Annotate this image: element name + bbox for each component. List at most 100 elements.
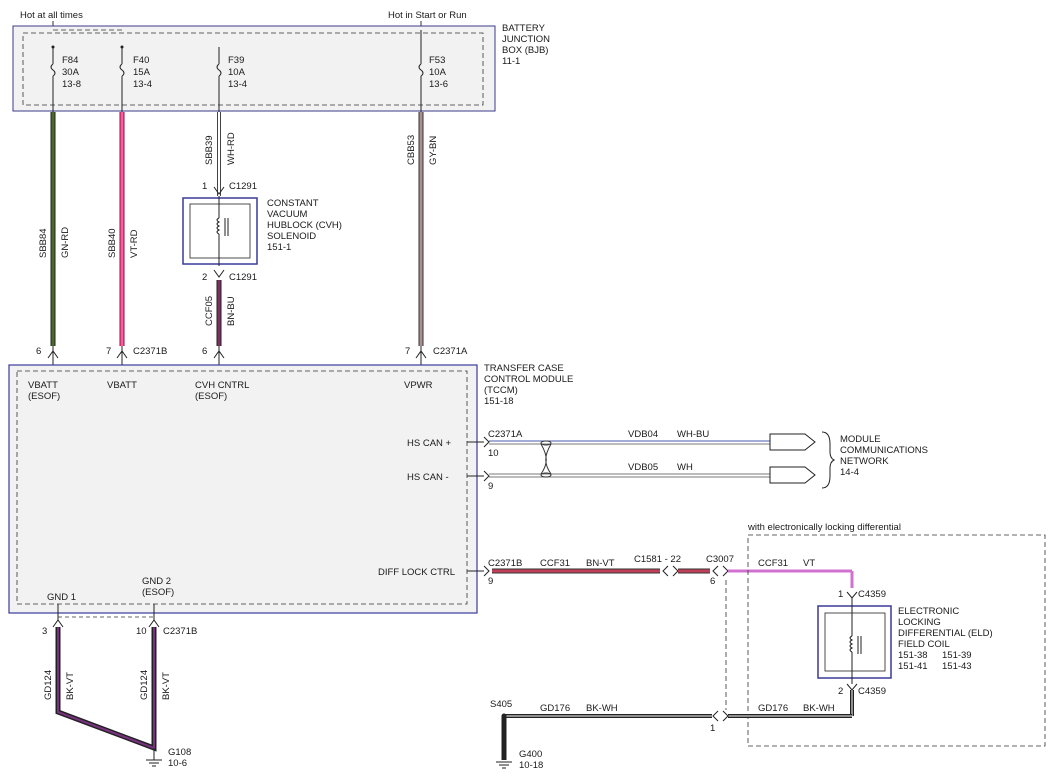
wire-cbb53-color: GY-BN: [428, 136, 439, 165]
tccm-vbatt-esof-name: VBATT: [28, 380, 58, 391]
eld-pin2: 2: [838, 686, 843, 697]
tccm-hs-can-minus: HS CAN -: [407, 472, 449, 483]
ccf31a-color: BN-VT: [586, 558, 615, 569]
ground-g108-ref: 10-6: [168, 758, 187, 769]
c3007-pin-bottom: 1: [710, 723, 715, 734]
fuse-f39-ref: 13-4: [228, 79, 247, 90]
gnd2-connector: C2371B: [163, 626, 197, 637]
fuse-f40-ref: 13-4: [133, 79, 152, 90]
ground-g400: G400: [519, 749, 542, 760]
fuse-f53-ref: 13-6: [429, 79, 448, 90]
tccm-label-4: 151-18: [484, 396, 514, 407]
wire-sbb40: SBB40 VT-RD: [107, 112, 140, 346]
ccf31b-circuit: CCF31: [758, 558, 788, 569]
network-label-3: NETWORK: [840, 456, 889, 467]
eld-ref-3: 151-41: [898, 661, 928, 672]
cvh-connector-top: C1291: [229, 181, 257, 192]
wire-sbb39-color: WH-RD: [226, 132, 237, 165]
splice-s405: S405: [490, 699, 512, 710]
hs-can-bus: C2371A 10 VDB04 WH-BU 9 VDB05 WH MODULE …: [467, 429, 928, 492]
gd124a-circuit: GD124: [43, 670, 54, 700]
c3007-connector: C3007: [706, 554, 734, 565]
tccm-gnd2-sub: (ESOF): [142, 587, 174, 598]
cvh-pin2: 2: [202, 272, 207, 283]
wire-ccf05-circuit: CCF05: [204, 296, 215, 326]
gd176b-circuit: GD176: [758, 703, 788, 714]
ccf31a-circuit: CCF31: [540, 558, 570, 569]
cvh-connector-bottom: C1291: [229, 272, 257, 283]
tccm-label-1: TRANSFER CASE: [484, 363, 564, 374]
fuse-f40-amps: 15A: [133, 67, 151, 78]
gd176-circuit: GD176 BK-WH 1 GD176 BK-WH S405 G400 10-1…: [490, 690, 854, 771]
gd176a-circuit: GD176: [540, 703, 570, 714]
vdb04-circuit: VDB04: [628, 429, 658, 440]
tccm-diff-lock-ctrl: DIFF LOCK CTRL: [378, 567, 455, 578]
hot-at-all-times-label: Hot at all times: [20, 10, 83, 21]
eld-connector-bottom: C4359: [858, 686, 886, 697]
bjb-label-3: BOX (BJB): [502, 45, 548, 56]
pin-vbatt-esof: 6: [36, 346, 41, 357]
tccm-cvh-cntrl-name: CVH CNTRL: [195, 380, 249, 391]
c3007-pin: 6: [710, 576, 715, 587]
fuse-f39-amps: 10A: [228, 67, 246, 78]
wiring-diagram: Hot at all times Hot in Start or Run BAT…: [8, 10, 1046, 771]
eld-optional-label: with electronically locking differential: [747, 522, 901, 533]
eld-ref-1: 151-38: [898, 650, 928, 661]
eld-label-1: ELECTRONIC: [898, 606, 959, 617]
wire-sbb84-color: GN-RD: [60, 227, 71, 258]
gd124a-color: BK-VT: [65, 672, 76, 700]
wire-ccf05: CCF05 BN-BU: [204, 280, 237, 346]
pin-vbatt: 7: [106, 346, 111, 357]
diff-lock-circuit: C2371B 9 CCF31 BN-VT C1581 - 22 C3007 6 …: [467, 554, 854, 710]
vdb05-color: WH: [677, 462, 693, 473]
network-label-2: COMMUNICATIONS: [840, 445, 928, 456]
ground-g400-ref: 10-18: [519, 760, 543, 771]
diff-lock-connector: C2371B: [488, 558, 522, 569]
network-label-1: MODULE: [840, 434, 881, 445]
eld-ref-2: 151-39: [942, 650, 972, 661]
conn-c2371b-top: C2371B: [133, 346, 167, 357]
gnd2-pin: 10: [136, 626, 147, 637]
wire-sbb39-circuit: SBB39: [204, 135, 215, 165]
fuse-f84-ref: 13-8: [62, 79, 81, 90]
gd124b-color: BK-VT: [161, 672, 172, 700]
cvh-label-3: HUBLOCK (CVH): [267, 220, 342, 231]
tccm-vpwr-name: VPWR: [404, 380, 433, 391]
cvh-label-2: VACUUM: [267, 209, 308, 220]
wire-sbb84: SBB84 GN-RD: [38, 112, 71, 346]
c1581-connector: C1581 - 22: [634, 554, 681, 565]
bjb-label-4: 11-1: [502, 56, 520, 67]
battery-junction-box: BATTERY JUNCTION BOX (BJB) 11-1: [12, 23, 550, 112]
cvh-pin1: 1: [202, 181, 207, 192]
fuse-f39-id: F39: [228, 55, 244, 66]
can-minus-pin: 9: [488, 481, 493, 492]
tccm-gnd2: GND 2: [142, 576, 171, 587]
tccm-ground-circuit: 3 10 C2371B GD124 BK-VT GD124 BK-VT G108…: [42, 604, 197, 769]
bjb-label-1: BATTERY: [502, 23, 546, 34]
fuse-f40-id: F40: [133, 55, 149, 66]
wire-sbb40-circuit: SBB40: [107, 228, 118, 258]
conn-c2371a-top: C2371A: [433, 346, 468, 357]
wire-cbb53-circuit: CBB53: [406, 135, 417, 165]
eld-pin1: 1: [838, 589, 843, 600]
eld-label-3: DIFFERENTIAL (ELD): [898, 628, 993, 639]
pin-cvh-cntrl: 6: [202, 346, 207, 357]
gd124b-circuit: GD124: [139, 670, 150, 700]
fuse-f53-amps: 10A: [429, 67, 447, 78]
fuse-f84-amps: 30A: [62, 67, 80, 78]
ccf31b-color: VT: [803, 558, 815, 569]
can-plus-pin: 10: [488, 448, 499, 459]
diff-lock-pin: 9: [488, 576, 493, 587]
gd176a-color: BK-WH: [586, 703, 618, 714]
wire-ccf05-color: BN-BU: [226, 296, 237, 326]
gnd1-pin: 3: [42, 626, 47, 637]
vdb05-circuit: VDB05: [628, 462, 658, 473]
eld-connector-top: C4359: [858, 589, 886, 600]
wire-sbb40-color: VT-RD: [129, 229, 140, 258]
hot-in-start-run-label: Hot in Start or Run: [388, 10, 467, 21]
eld-field-coil: 1 C4359 ELECTRONIC LOCKING DIFFERENTIAL …: [817, 589, 993, 697]
wire-cbb53: CBB53 GY-BN: [406, 112, 439, 346]
tccm-label-2: CONTROL MODULE: [484, 374, 573, 385]
vdb04-color: WH-BU: [677, 429, 709, 440]
cvh-solenoid: 1 C1291 CONSTANT VACUUM HUBLOCK (CVH) SO…: [182, 181, 342, 283]
